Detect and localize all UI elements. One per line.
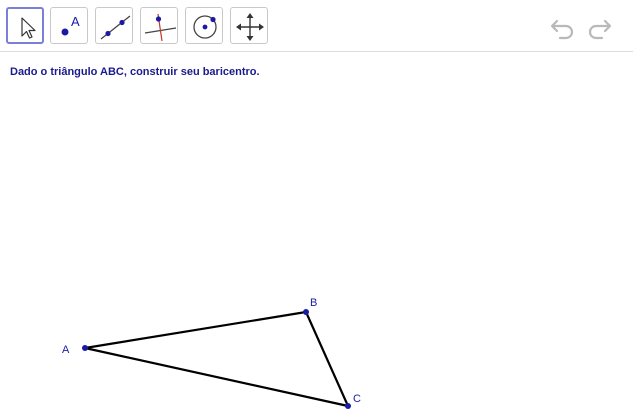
point-icon: A (61, 14, 80, 36)
redo-button[interactable] (584, 12, 614, 40)
undo-button[interactable] (548, 12, 578, 40)
move-view-tool-button[interactable] (230, 7, 268, 44)
segment-ab[interactable] (84, 310, 307, 350)
graphics-view[interactable]: A B C (0, 53, 633, 409)
point-c-label: C (353, 393, 361, 405)
circle-tool-button[interactable] (185, 7, 223, 44)
point-b-label: B (310, 297, 317, 309)
point-b[interactable] (303, 309, 309, 315)
segment-ca[interactable] (84, 346, 349, 408)
line-tool-button[interactable] (95, 7, 133, 44)
undo-icon (550, 19, 574, 40)
point-a[interactable] (82, 345, 88, 351)
perpendicular-line-icon (144, 13, 177, 42)
point-tool-button[interactable]: A (50, 7, 88, 44)
toolbar: A (0, 0, 633, 52)
circle-center-point-icon (193, 15, 217, 39)
perpendicular-tool-button[interactable] (140, 7, 178, 44)
point-tool-label: A (71, 14, 80, 29)
segment-bc[interactable] (304, 311, 350, 407)
line-through-two-points-icon (100, 15, 131, 40)
point-a-label: A (62, 344, 70, 356)
arrow-pointer-icon (21, 17, 36, 39)
move-tool-button[interactable] (6, 7, 44, 44)
point-c[interactable] (345, 403, 351, 409)
move-graphics-view-icon (236, 13, 264, 41)
redo-icon (588, 19, 612, 40)
